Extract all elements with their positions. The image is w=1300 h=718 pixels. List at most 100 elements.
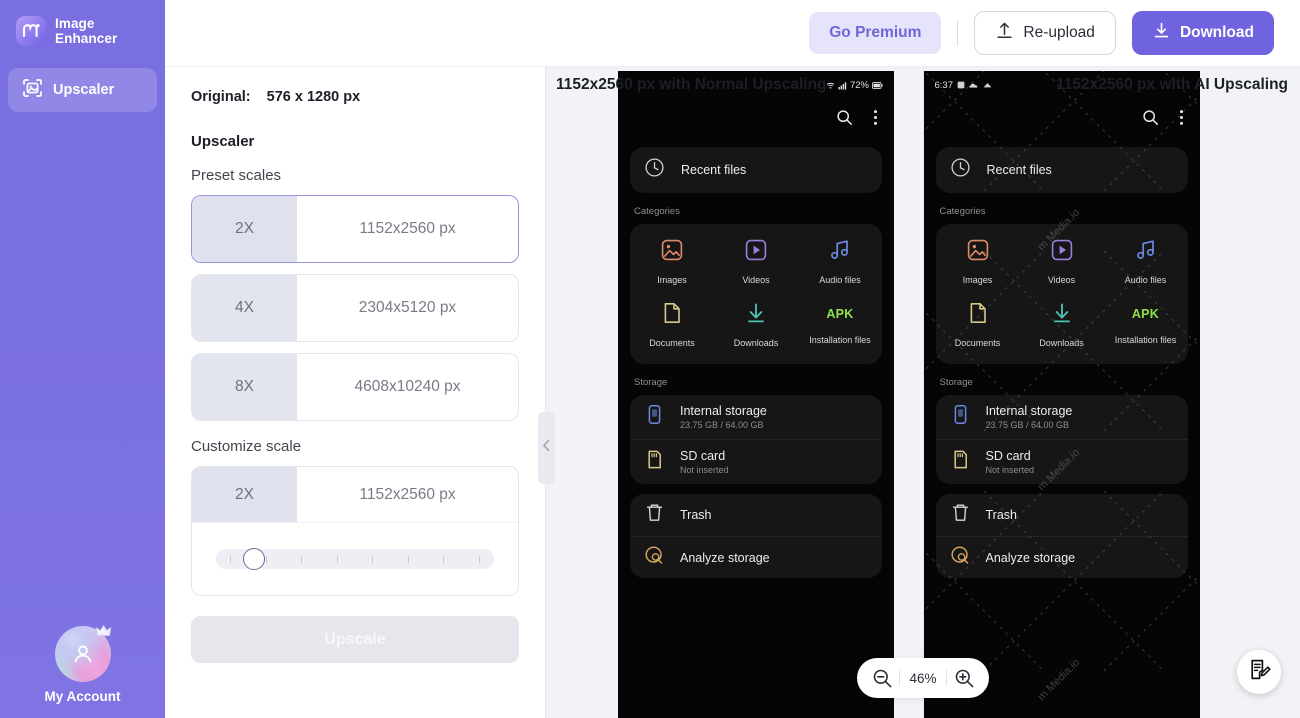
upscale-button[interactable]: Upscale xyxy=(191,616,519,663)
category-installation-files[interactable]: APK Installation files xyxy=(1104,301,1188,348)
storage-card: Internal storage 23.75 GB / 64.00 GB SD … xyxy=(935,395,1188,484)
zoom-out-icon[interactable] xyxy=(865,661,899,695)
phone-app-header xyxy=(618,99,894,141)
storage-internal[interactable]: Internal storage 23.75 GB / 64.00 GB xyxy=(630,395,882,439)
category-label: Installation files xyxy=(1114,335,1177,345)
sidebar-item-upscaler[interactable]: Upscaler xyxy=(8,68,157,113)
customize-scale-dimensions: 1152x2560 px xyxy=(359,485,456,503)
preset-scales-label: Preset scales xyxy=(191,167,282,184)
storage-card: Internal storage 23.75 GB / 64.00 GB SD … xyxy=(630,395,882,484)
tool-label: Analyze storage xyxy=(680,550,770,565)
music-note-icon xyxy=(1134,238,1158,267)
content-body: Original: 576 x 1280 px Upscaler Preset … xyxy=(165,67,1300,718)
collapse-panel-handle[interactable] xyxy=(538,412,555,484)
svg-text:m Media.io: m Media.io xyxy=(1035,657,1082,704)
category-videos[interactable]: Videos xyxy=(1020,238,1104,285)
settings-panel: Original: 576 x 1280 px Upscaler Preset … xyxy=(165,67,545,718)
re-upload-button[interactable]: Re-upload xyxy=(974,11,1116,55)
category-label: Videos xyxy=(1047,275,1076,285)
category-documents[interactable]: Documents xyxy=(630,301,714,348)
search-icon[interactable] xyxy=(1142,109,1159,131)
category-images[interactable]: Images xyxy=(630,238,714,285)
category-label: Installation files xyxy=(809,335,871,345)
category-installation-files[interactable]: APK Installation files xyxy=(798,301,882,348)
slider-tick xyxy=(230,555,231,563)
upscaler-section-title: Upscaler xyxy=(191,133,255,150)
tool-analyze-storage[interactable]: Analyze storage xyxy=(630,536,882,578)
scale-slider-area xyxy=(192,523,518,595)
category-downloads[interactable]: Downloads xyxy=(1020,301,1104,348)
scale-slider-handle[interactable] xyxy=(242,548,265,570)
pane-ai-upscaling: 6:37 Recent files Categories Images Vide… xyxy=(922,67,1300,718)
crown-icon xyxy=(95,624,112,644)
storage-sd-card[interactable]: SD card Not inserted xyxy=(630,439,882,484)
preset-scale-2x-dimensions: 1152x2560 px xyxy=(359,220,456,237)
category-label: Images xyxy=(657,275,687,285)
trash-icon xyxy=(644,502,665,528)
upscale-frame-icon xyxy=(22,78,43,102)
user-avatar-icon xyxy=(74,645,91,663)
zoom-in-icon[interactable] xyxy=(947,661,981,695)
account-button[interactable]: My Account xyxy=(0,624,165,704)
preset-scale-8x[interactable]: 8X 4608x10240 px xyxy=(191,353,519,421)
original-size-row: Original: 576 x 1280 px xyxy=(191,89,519,105)
category-videos[interactable]: Videos xyxy=(714,238,798,285)
category-label: Downloads xyxy=(1039,338,1084,348)
feedback-button[interactable] xyxy=(1237,650,1281,694)
preset-scale-4x-dimensions: 2304x5120 px xyxy=(358,299,457,316)
status-time: 6:37 xyxy=(934,79,954,91)
phone-app-header xyxy=(924,99,1200,141)
cloud-icon xyxy=(969,83,978,88)
slider-tick xyxy=(407,555,409,563)
categories-label: Categories xyxy=(634,206,680,217)
video-play-icon xyxy=(744,238,768,267)
pane-normal-upscaling: 72% Recent files Categories Images Video… xyxy=(546,67,923,718)
more-vertical-icon[interactable] xyxy=(873,109,878,131)
category-label: Downloads xyxy=(733,338,779,348)
more-vertical-icon[interactable] xyxy=(1179,109,1184,131)
recent-files-row[interactable]: Recent files xyxy=(630,147,882,193)
preset-scale-4x-badge: 4X xyxy=(192,275,297,341)
tools-card: Trash Analyze storage xyxy=(630,494,882,578)
recent-files-row[interactable]: Recent files xyxy=(935,147,1188,193)
go-premium-button[interactable]: Go Premium xyxy=(809,12,942,54)
media-io-logo-icon xyxy=(16,16,46,47)
category-images[interactable]: Images xyxy=(936,238,1020,285)
tools-card: Trash Analyze storage xyxy=(935,494,1188,578)
search-icon[interactable] xyxy=(836,109,853,131)
slider-tick xyxy=(265,555,267,563)
category-downloads[interactable]: Downloads xyxy=(714,301,798,348)
category-audio-files[interactable]: Audio files xyxy=(798,238,882,285)
sidebar-item-label: Upscaler xyxy=(53,82,115,99)
customize-scale-row[interactable]: 2X 1152x2560 px xyxy=(192,467,518,523)
download-button[interactable]: Download xyxy=(1131,11,1274,55)
download-label: Download xyxy=(1179,24,1254,41)
preset-scale-2x[interactable]: 2X 1152x2560 px xyxy=(191,195,519,263)
storage-internal[interactable]: Internal storage 23.75 GB / 64.00 GB xyxy=(936,395,1188,439)
music-note-icon xyxy=(828,238,852,267)
video-play-icon xyxy=(1050,238,1074,267)
document-icon xyxy=(660,301,684,330)
preset-scale-4x[interactable]: 4X 2304x5120 px xyxy=(191,274,519,342)
category-label: Images xyxy=(962,275,993,285)
category-label: Documents xyxy=(954,338,1001,348)
tool-label: Trash xyxy=(680,508,712,522)
download-icon xyxy=(1050,301,1074,330)
tool-analyze-storage[interactable]: Analyze storage xyxy=(935,536,1188,578)
recent-files-label: Recent files xyxy=(681,163,747,177)
zoom-control: 46% xyxy=(857,658,989,698)
category-label: Audio files xyxy=(1124,275,1167,285)
category-documents[interactable]: Documents xyxy=(936,301,1020,348)
screenshot-icon xyxy=(957,81,965,89)
app-root: Image Enhancer Upscaler My Account Go Pr… xyxy=(0,0,1300,718)
tool-trash[interactable]: Trash xyxy=(630,494,882,536)
tool-trash[interactable]: Trash xyxy=(936,494,1188,536)
brand-name-line1: Image xyxy=(55,16,95,31)
clock-icon xyxy=(950,157,971,183)
category-audio-files[interactable]: Audio files xyxy=(1104,238,1188,285)
customize-scale-box: 2X 1152x2560 px xyxy=(191,466,519,596)
storage-sd-card[interactable]: SD card Not inserted xyxy=(935,439,1188,484)
scale-slider[interactable] xyxy=(216,548,494,570)
categories-grid: Images Videos Audio files Documents Down… xyxy=(630,224,882,364)
preset-scale-8x-badge: 8X xyxy=(192,354,297,420)
